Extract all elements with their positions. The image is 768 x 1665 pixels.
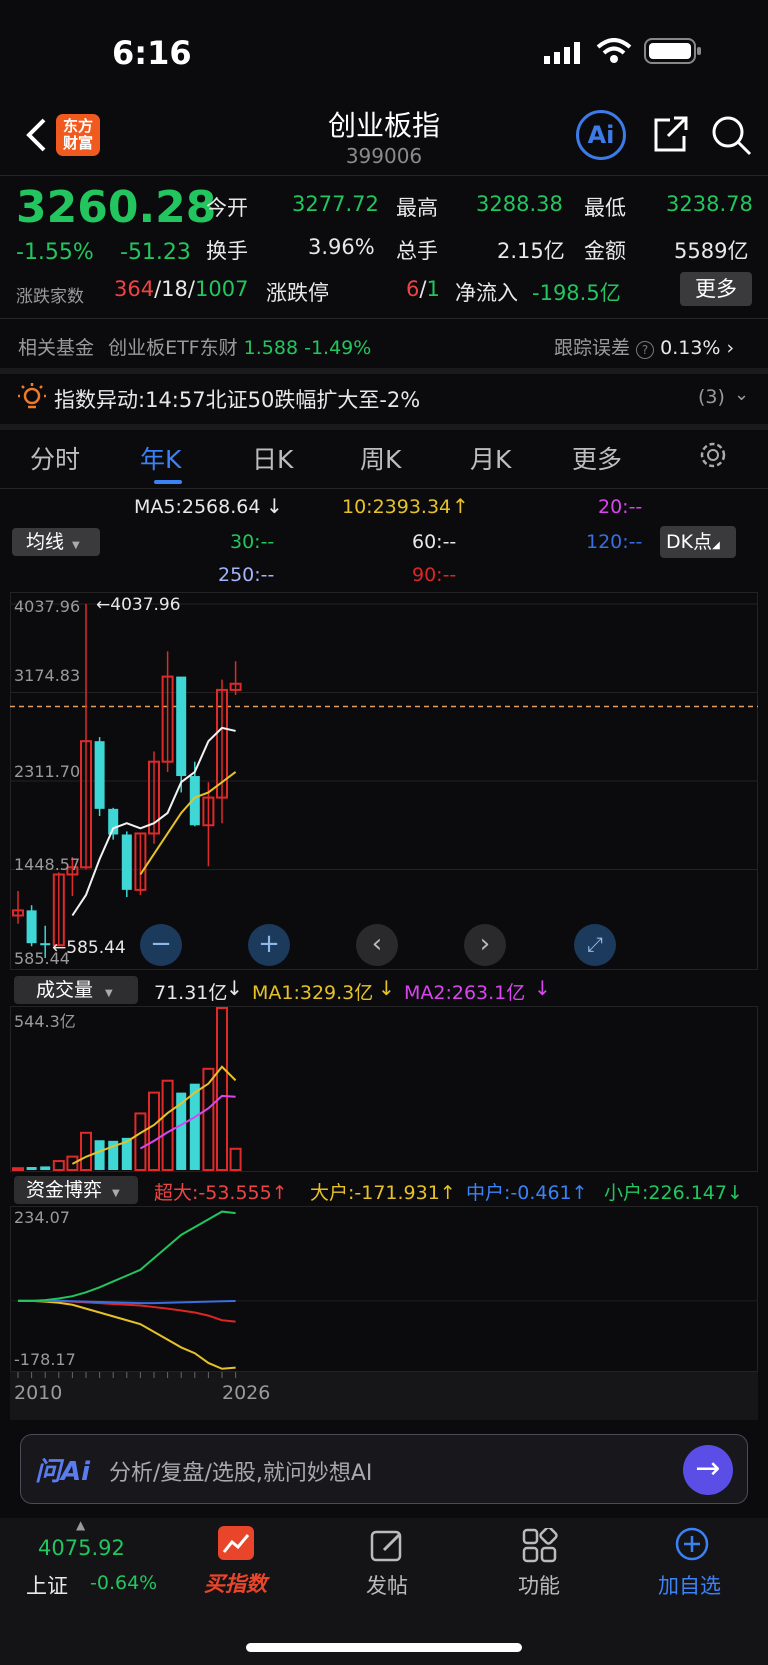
ask-ai-bar[interactable]: 问Ai 分析/复盘/选股,就问妙想AI →: [20, 1434, 748, 1504]
add-watchlist-label[interactable]: 加自选: [658, 1570, 721, 1600]
sh-index-value[interactable]: 4075.92: [38, 1536, 125, 1560]
candle-body: [176, 676, 187, 777]
capital-indicator-label: 资金博弈: [26, 1179, 103, 1201]
capital-small: 小户:226.147↓: [604, 1178, 743, 1205]
dropdown-icon: ▼: [105, 988, 113, 999]
volume-ma2: MA2:263.1亿: [404, 982, 526, 1004]
arrow-up-icon: ↑: [571, 1182, 588, 1204]
arrow-down-icon: ↓: [534, 976, 551, 1000]
min-price-marker: ←585.44: [52, 938, 126, 958]
zoom-in-button[interactable]: +: [248, 924, 290, 966]
candle-body: [121, 834, 132, 890]
dropdown-icon: ▼: [112, 1188, 120, 1199]
capital-indicator-select[interactable]: 资金博弈 ▼: [14, 1176, 138, 1204]
candle-body: [40, 943, 51, 946]
price-axis-mid1: 3174.83: [14, 666, 81, 685]
post-label[interactable]: 发帖: [366, 1570, 408, 1600]
volume-value: 71.31亿: [154, 982, 228, 1004]
arrow-up-icon: ↑: [271, 1182, 288, 1204]
send-icon[interactable]: →: [683, 1445, 733, 1495]
capital-large-value: 大户:-171.931: [310, 1182, 440, 1204]
volume-indicator-label: 成交量: [36, 979, 94, 1001]
function-label[interactable]: 功能: [518, 1570, 560, 1600]
arrow-down-icon: ↓: [378, 976, 395, 1000]
capital-mid: 中户:-0.461↑: [466, 1178, 588, 1205]
price-axis-mid3: 1448.57: [14, 855, 81, 874]
volume-indicator-select[interactable]: 成交量 ▼: [14, 976, 138, 1004]
buy-index-icon[interactable]: [218, 1526, 254, 1560]
up-triangle-icon: ▲: [76, 1518, 86, 1532]
candle-body: [94, 741, 105, 809]
arrow-down-icon: ↓: [226, 976, 243, 1000]
ask-ai-brand: 问Ai: [35, 1457, 91, 1487]
candle-body: [26, 910, 37, 944]
sh-index-pct[interactable]: -0.64%: [90, 1572, 157, 1594]
capital-axis-bottom: -178.17: [14, 1350, 76, 1369]
volume-ma1: MA1:329.3亿: [252, 982, 374, 1004]
volume-chart-panel[interactable]: [10, 1006, 758, 1172]
arrow-up-icon: ↑: [439, 1182, 456, 1204]
add-watchlist-icon[interactable]: [674, 1526, 710, 1566]
x-axis-end: 2026: [222, 1382, 271, 1404]
price-axis-mid2: 2311.70: [14, 762, 81, 781]
scroll-right-button[interactable]: ›: [464, 924, 506, 966]
time-axis-band: [10, 1372, 758, 1420]
x-axis-start: 2010: [14, 1382, 63, 1404]
function-icon[interactable]: [522, 1526, 558, 1568]
capital-super: 超大:-53.555↑: [154, 1178, 288, 1205]
fullscreen-button[interactable]: ⤢: [574, 924, 616, 966]
price-axis-top: 4037.96: [14, 597, 81, 616]
capital-axis-top: 234.07: [14, 1208, 70, 1227]
buy-index-label[interactable]: 买指数: [204, 1568, 267, 1598]
capital-mid-value: 中户:-0.461: [466, 1182, 572, 1204]
ask-ai-placeholder: 分析/复盘/选股,就问妙想AI: [109, 1461, 373, 1486]
kline-chart: [10, 603, 758, 1420]
capital-chart-panel[interactable]: [10, 1206, 758, 1372]
capital-small-value: 小户:226.147: [604, 1182, 727, 1204]
arrow-down-icon: ↓: [726, 1182, 743, 1204]
home-indicator: [246, 1643, 522, 1652]
post-icon[interactable]: [370, 1528, 406, 1568]
zoom-out-button[interactable]: −: [140, 924, 182, 966]
sh-index-label[interactable]: 上证: [26, 1570, 68, 1600]
capital-super-value: 超大:-53.555: [154, 1182, 272, 1204]
scroll-left-button[interactable]: ‹: [356, 924, 398, 966]
max-price-marker: ←4037.96: [96, 595, 181, 615]
min-price-label: 585.44: [66, 938, 126, 958]
volume-axis-top: 544.3亿: [14, 1012, 76, 1031]
max-price-label: 4037.96: [110, 595, 181, 615]
capital-large: 大户:-171.931↑: [310, 1178, 456, 1205]
